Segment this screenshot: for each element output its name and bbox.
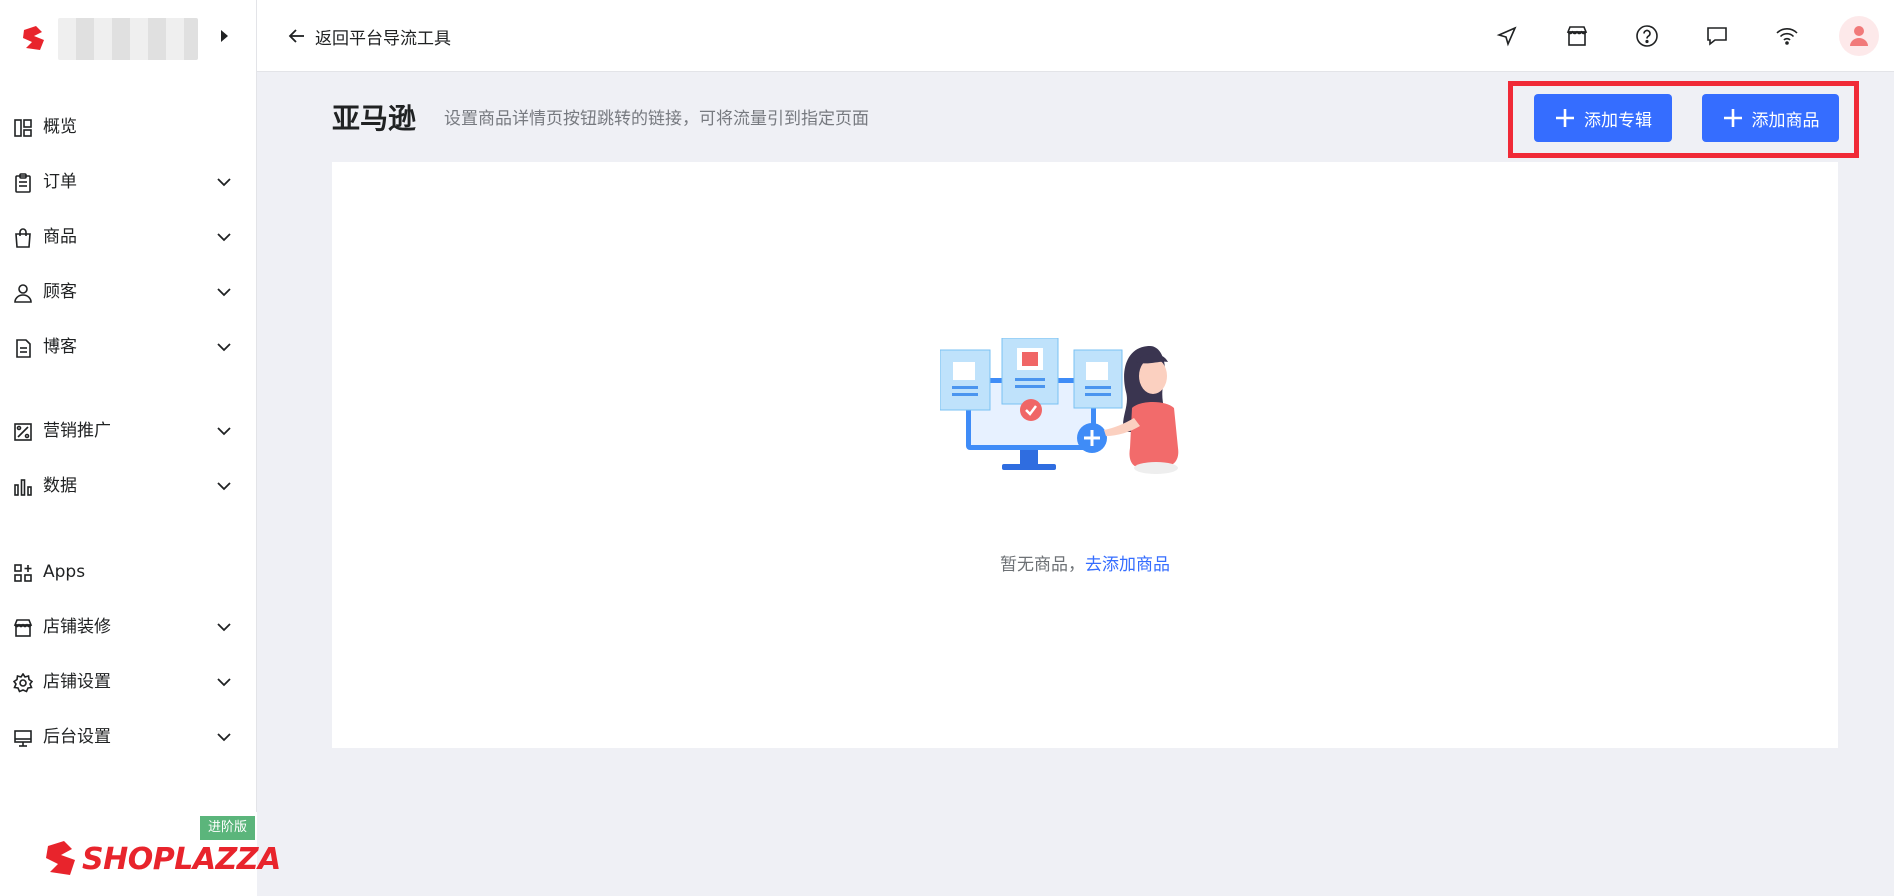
sidebar-item-label: 博客: [43, 337, 77, 357]
back-link[interactable]: 返回平台导流工具: [287, 24, 451, 49]
caret-right-icon[interactable]: [221, 30, 228, 42]
plan-badge: 进阶版: [200, 816, 255, 840]
chevron-down-icon: [217, 343, 231, 352]
sidebar: 概览 订单 商品 顾客 博客 营销推广 数据 Apps 店铺装修 店铺设置 后台…: [0, 0, 281, 896]
sidebar-item-label: 订单: [43, 172, 77, 192]
store-switcher[interactable]: [0, 0, 257, 72]
sidebar-item-products[interactable]: 商品: [0, 217, 257, 257]
sidebar-item-analytics[interactable]: 数据: [0, 466, 257, 506]
sidebar-item-marketing[interactable]: 营销推广: [0, 411, 257, 451]
brand-name: SHOPLAZZA: [82, 842, 281, 877]
sidebar-item-customers[interactable]: 顾客: [0, 272, 257, 312]
chevron-down-icon: [217, 733, 231, 742]
clipboard-icon: [15, 173, 31, 193]
sidebar-item-overview[interactable]: 概览: [0, 107, 257, 147]
chevron-down-icon: [217, 233, 231, 242]
user-icon: [14, 284, 32, 303]
sidebar-item-label: 店铺装修: [43, 617, 111, 637]
chat-icon[interactable]: [1705, 24, 1729, 48]
sidebar-item-orders[interactable]: 订单: [0, 162, 257, 202]
sidebar-item-label: 商品: [43, 227, 77, 247]
gear-icon: [13, 673, 33, 693]
bag-icon: [15, 228, 31, 248]
dashboard-icon: [14, 119, 32, 137]
sidebar-item-label: 顾客: [43, 282, 77, 302]
store-icon: [13, 619, 33, 637]
chevron-down-icon: [217, 288, 231, 297]
chevron-down-icon: [217, 623, 231, 632]
store-name-blurred: [58, 18, 198, 60]
empty-state-card: 暂无商品，去添加商品: [332, 162, 1838, 748]
avatar[interactable]: [1839, 16, 1879, 56]
chevron-down-icon: [217, 482, 231, 491]
help-icon[interactable]: [1635, 24, 1659, 48]
marketing-icon: [14, 423, 32, 441]
empty-state-text: 暂无商品，: [1000, 555, 1085, 575]
sidebar-item-apps[interactable]: Apps: [0, 552, 257, 592]
sidebar-item-label: 店铺设置: [43, 672, 111, 692]
empty-products-illustration: [940, 338, 1179, 474]
sidebar-item-label: 营销推广: [43, 421, 111, 441]
empty-state-message: 暂无商品，去添加商品: [332, 550, 1838, 575]
add-product-link[interactable]: 去添加商品: [1085, 555, 1170, 575]
topbar: 返回平台导流工具: [257, 0, 1894, 72]
sidebar-item-store-design[interactable]: 店铺装修: [0, 607, 257, 647]
page-description: 设置商品详情页按钮跳转的链接，可将流量引到指定页面: [444, 109, 869, 129]
shoplazza-logo-icon: [46, 841, 75, 875]
shoplazza-logo-icon: [23, 26, 44, 50]
annotation-highlight-box: [1508, 81, 1859, 158]
sidebar-item-label: 数据: [43, 476, 77, 496]
wifi-icon[interactable]: [1775, 24, 1799, 48]
apps-icon: [14, 564, 32, 582]
monitor-icon: [14, 730, 32, 747]
brand-footer: SHOPLAZZA 进阶版: [0, 812, 281, 896]
navigate-icon[interactable]: [1495, 24, 1519, 48]
chevron-down-icon: [217, 678, 231, 687]
sidebar-item-admin-settings[interactable]: 后台设置: [0, 717, 257, 757]
avatar-icon: [1850, 26, 1868, 46]
document-icon: [16, 339, 31, 358]
sidebar-item-label: 概览: [43, 117, 77, 137]
chevron-down-icon: [217, 178, 231, 187]
storefront-icon[interactable]: [1565, 24, 1589, 48]
sidebar-item-store-settings[interactable]: 店铺设置: [0, 662, 257, 702]
sidebar-item-label: Apps: [43, 562, 86, 582]
arrow-left-icon: [288, 29, 304, 43]
chevron-down-icon: [217, 427, 231, 436]
back-link-label: 返回平台导流工具: [315, 28, 451, 49]
page-title: 亚马逊: [332, 102, 417, 135]
sidebar-item-blog[interactable]: 博客: [0, 327, 257, 367]
bar-chart-icon: [14, 479, 32, 496]
sidebar-item-label: 后台设置: [43, 727, 111, 747]
